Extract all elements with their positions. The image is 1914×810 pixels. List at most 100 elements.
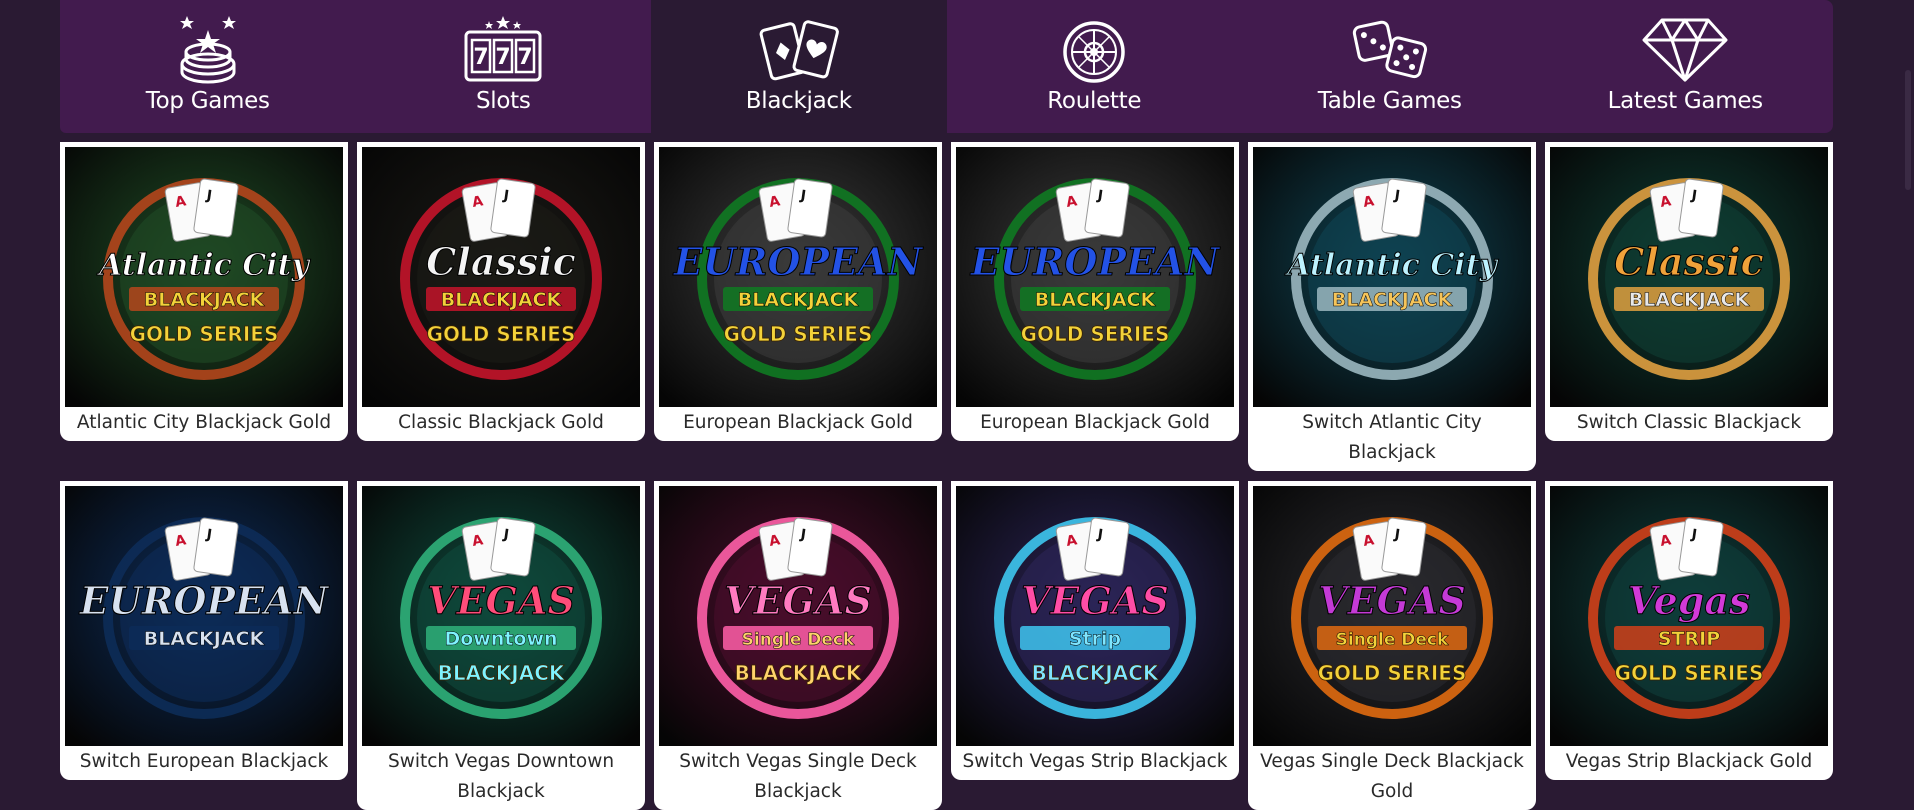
svg-text:STRIP: STRIP [1658, 628, 1720, 650]
game-card[interactable]: A J EUROPEAN BLACKJACK Switch European Blac… [60, 481, 348, 780]
svg-text:Single Deck: Single Deck [742, 630, 855, 650]
svg-text:Classic: Classic [426, 239, 576, 284]
game-thumbnail[interactable]: A J EUROPEAN BLACKJACK GOLD SERIES [956, 147, 1234, 407]
svg-text:Classic: Classic [1614, 239, 1764, 284]
roulette-wheel-icon [1049, 12, 1139, 84]
game-artwork: A JVEGASDowntownBLACKJACK [362, 486, 640, 746]
game-title[interactable]: Vegas Strip Blackjack Gold [1550, 746, 1828, 780]
game-thumbnail[interactable]: A J VEGAS Single Deck GOLD SERIES [1253, 486, 1531, 746]
game-title[interactable]: Atlantic City Blackjack Gold [65, 407, 343, 441]
game-title[interactable]: European Blackjack Gold [659, 407, 937, 441]
game-artwork: A JVEGASSingle DeckGOLD SERIES [1253, 486, 1531, 746]
tab-latest-games[interactable]: Latest Games [1537, 0, 1833, 133]
svg-text:Single Deck: Single Deck [1336, 630, 1449, 650]
game-artwork: A JVEGASStripBLACKJACK [956, 486, 1234, 746]
game-card[interactable]: A J EUROPEAN BLACKJACK GOLD SERIES European … [951, 142, 1239, 441]
diamond-icon [1640, 12, 1730, 84]
game-thumbnail[interactable]: A J Vegas STRIP GOLD SERIES [1550, 486, 1828, 746]
page-scrollbar[interactable] [1900, 0, 1914, 798]
game-card[interactable]: A J VEGAS Single Deck GOLD SERIES Vegas Sing… [1248, 481, 1536, 810]
game-title[interactable]: Switch European Blackjack [65, 746, 343, 780]
svg-text:BLACKJACK: BLACKJACK [1035, 289, 1157, 311]
game-title[interactable]: Switch Classic Blackjack [1550, 407, 1828, 441]
game-card[interactable]: A J Atlantic City BLACKJACK Switch Atlantic… [1248, 142, 1536, 471]
game-thumbnail[interactable]: A J VEGAS Single Deck BLACKJACK [659, 486, 937, 746]
game-thumbnail[interactable]: A J Atlantic City BLACKJACK GOLD SERIES [65, 147, 343, 407]
svg-text:7: 7 [496, 45, 511, 70]
svg-text:VEGAS: VEGAS [1021, 578, 1169, 623]
game-card[interactable]: A J Classic BLACKJACK Switch Classic Blackj… [1545, 142, 1833, 441]
game-artwork: A JEUROPEANBLACKJACK [65, 486, 343, 746]
game-artwork: A JEUROPEANBLACKJACKGOLD SERIES [956, 147, 1234, 407]
game-card[interactable]: A J Vegas STRIP GOLD SERIES Vegas Strip Blac… [1545, 481, 1833, 780]
svg-text:GOLD SERIES: GOLD SERIES [1318, 661, 1467, 685]
game-thumbnail[interactable]: A J EUROPEAN BLACKJACK GOLD SERIES [659, 147, 937, 407]
svg-text:VEGAS: VEGAS [1318, 578, 1466, 623]
svg-text:BLACKJACK: BLACKJACK [144, 628, 266, 650]
svg-text:BLACKJACK: BLACKJACK [735, 661, 863, 685]
svg-text:VEGAS: VEGAS [724, 578, 872, 623]
game-artwork: A JClassicBLACKJACK [1550, 147, 1828, 407]
tab-blackjack[interactable]: Blackjack [651, 0, 947, 133]
svg-text:Downtown: Downtown [444, 628, 557, 650]
svg-text:GOLD SERIES: GOLD SERIES [1021, 322, 1170, 346]
tab-label: Top Games [145, 88, 270, 114]
svg-text:BLACKJACK: BLACKJACK [1332, 289, 1454, 311]
game-grid: A J Atlantic City BLACKJACK GOLD SERIES Atla… [60, 142, 1834, 810]
playing-cards-icon [754, 12, 844, 84]
svg-text:GOLD SERIES: GOLD SERIES [427, 322, 576, 346]
svg-text:BLACKJACK: BLACKJACK [438, 661, 566, 685]
game-artwork: A JVEGASSingle DeckBLACKJACK [659, 486, 937, 746]
game-artwork: A JAtlantic CityBLACKJACK [1253, 147, 1531, 407]
svg-text:Atlantic City: Atlantic City [96, 248, 311, 283]
dice-icon [1345, 12, 1435, 84]
category-nav: Top Games 777 Slots Blackjack Roulette T… [60, 0, 1833, 133]
game-thumbnail[interactable]: A J Atlantic City BLACKJACK [1253, 147, 1531, 407]
game-card[interactable]: A J EUROPEAN BLACKJACK GOLD SERIES European … [654, 142, 942, 441]
svg-text:Vegas: Vegas [1628, 578, 1751, 623]
svg-text:GOLD SERIES: GOLD SERIES [1615, 661, 1764, 685]
scrollbar-thumb[interactable] [1905, 70, 1911, 190]
game-thumbnail[interactable]: A J Classic BLACKJACK [1550, 147, 1828, 407]
game-thumbnail[interactable]: A J VEGAS Downtown BLACKJACK [362, 486, 640, 746]
tab-roulette[interactable]: Roulette [946, 0, 1242, 133]
tab-table-games[interactable]: Table Games [1242, 0, 1538, 133]
poker-chips-icon [163, 12, 253, 84]
game-title[interactable]: European Blackjack Gold [956, 407, 1234, 441]
svg-text:BLACKJACK: BLACKJACK [1629, 289, 1751, 311]
tab-label: Roulette [1047, 88, 1142, 114]
tab-label: Blackjack [745, 88, 852, 114]
tab-top-games[interactable]: Top Games [60, 0, 356, 133]
game-card[interactable]: A J VEGAS Downtown BLACKJACK Switch Vegas Do… [357, 481, 645, 810]
game-card[interactable]: A J VEGAS Single Deck BLACKJACK Switch Vegas… [654, 481, 942, 810]
game-thumbnail[interactable]: A J EUROPEAN BLACKJACK [65, 486, 343, 746]
game-artwork: A JEUROPEANBLACKJACKGOLD SERIES [659, 147, 937, 407]
game-card[interactable]: A J Classic BLACKJACK GOLD SERIES Classic Bl… [357, 142, 645, 441]
game-thumbnail[interactable]: A J VEGAS Strip BLACKJACK [956, 486, 1234, 746]
svg-text:BLACKJACK: BLACKJACK [144, 289, 266, 311]
game-thumbnail[interactable]: A J Classic BLACKJACK GOLD SERIES [362, 147, 640, 407]
game-card[interactable]: A J Atlantic City BLACKJACK GOLD SERIES Atla… [60, 142, 348, 441]
tab-slots[interactable]: 777 Slots [355, 0, 651, 133]
game-title[interactable]: Switch Vegas Single Deck Blackjack [659, 746, 937, 810]
svg-text:7: 7 [518, 45, 533, 70]
game-title[interactable]: Switch Vegas Downtown Blackjack [362, 746, 640, 810]
svg-text:VEGAS: VEGAS [427, 578, 575, 623]
svg-text:7: 7 [474, 45, 489, 70]
game-title[interactable]: Switch Atlantic City Blackjack [1253, 407, 1531, 471]
svg-text:GOLD SERIES: GOLD SERIES [724, 322, 873, 346]
game-title[interactable]: Classic Blackjack Gold [362, 407, 640, 441]
game-artwork: A JVegasSTRIPGOLD SERIES [1550, 486, 1828, 746]
svg-text:Atlantic City: Atlantic City [1284, 248, 1499, 283]
svg-text:BLACKJACK: BLACKJACK [1032, 661, 1160, 685]
tab-label: Table Games [1317, 88, 1462, 114]
game-title[interactable]: Switch Vegas Strip Blackjack [956, 746, 1234, 780]
svg-text:Strip: Strip [1069, 628, 1121, 650]
tab-label: Slots [475, 88, 531, 114]
svg-text:BLACKJACK: BLACKJACK [441, 289, 563, 311]
game-title[interactable]: Vegas Single Deck Blackjack Gold [1253, 746, 1531, 810]
game-artwork: A JClassicBLACKJACKGOLD SERIES [362, 147, 640, 407]
game-artwork: A JAtlantic CityBLACKJACKGOLD SERIES [65, 147, 343, 407]
game-card[interactable]: A J VEGAS Strip BLACKJACK Switch Vegas Strip… [951, 481, 1239, 780]
svg-text:EUROPEAN: EUROPEAN [79, 578, 330, 623]
